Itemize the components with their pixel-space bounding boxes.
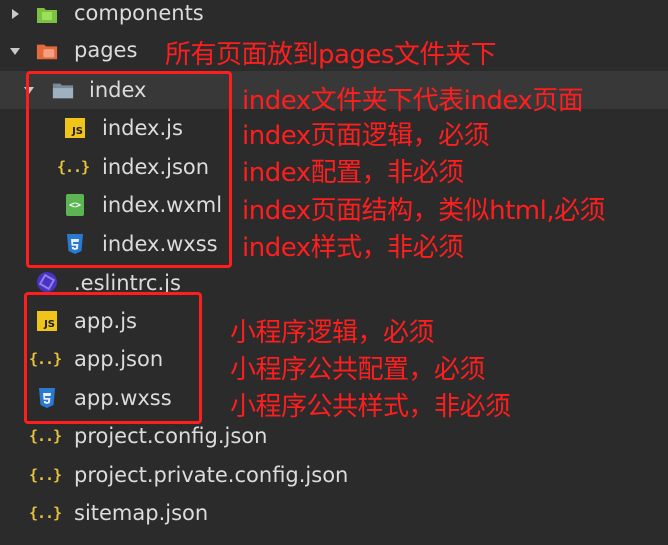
highlight-box-app xyxy=(24,292,202,424)
tree-item-label: components xyxy=(74,1,204,25)
chevron-right-icon[interactable] xyxy=(12,9,19,19)
tree-item-label: sitemap.json xyxy=(74,501,209,525)
tree-item-sitemap[interactable]: {..} sitemap.json xyxy=(0,494,668,532)
annotation-index-wxss: index样式，非必须 xyxy=(242,233,464,263)
tree-item-project-private-config[interactable]: {..} project.private.config.json xyxy=(0,456,668,494)
annotation-index-json: index配置，非必须 xyxy=(242,158,464,188)
tree-item-components[interactable]: components xyxy=(0,0,668,33)
tree-item-label: project.config.json xyxy=(74,424,268,448)
annotation-pages: 所有页面放到pages文件夹下 xyxy=(165,40,496,70)
eslint-icon xyxy=(36,271,58,293)
tree-item-label: project.private.config.json xyxy=(74,463,349,487)
json-file-icon: {..} xyxy=(28,504,62,522)
components-folder-icon xyxy=(36,3,58,25)
highlight-box-index xyxy=(26,71,232,268)
annotation-index-js: index页面逻辑，必须 xyxy=(242,121,490,151)
json-file-icon: {..} xyxy=(28,466,62,484)
chevron-down-icon[interactable] xyxy=(10,48,20,55)
tree-item-label: pages xyxy=(74,38,138,62)
annotation-index-wxml: index页面结构，类似html,必须 xyxy=(242,196,606,226)
json-file-icon: {..} xyxy=(28,427,62,445)
pages-folder-icon xyxy=(36,40,58,62)
